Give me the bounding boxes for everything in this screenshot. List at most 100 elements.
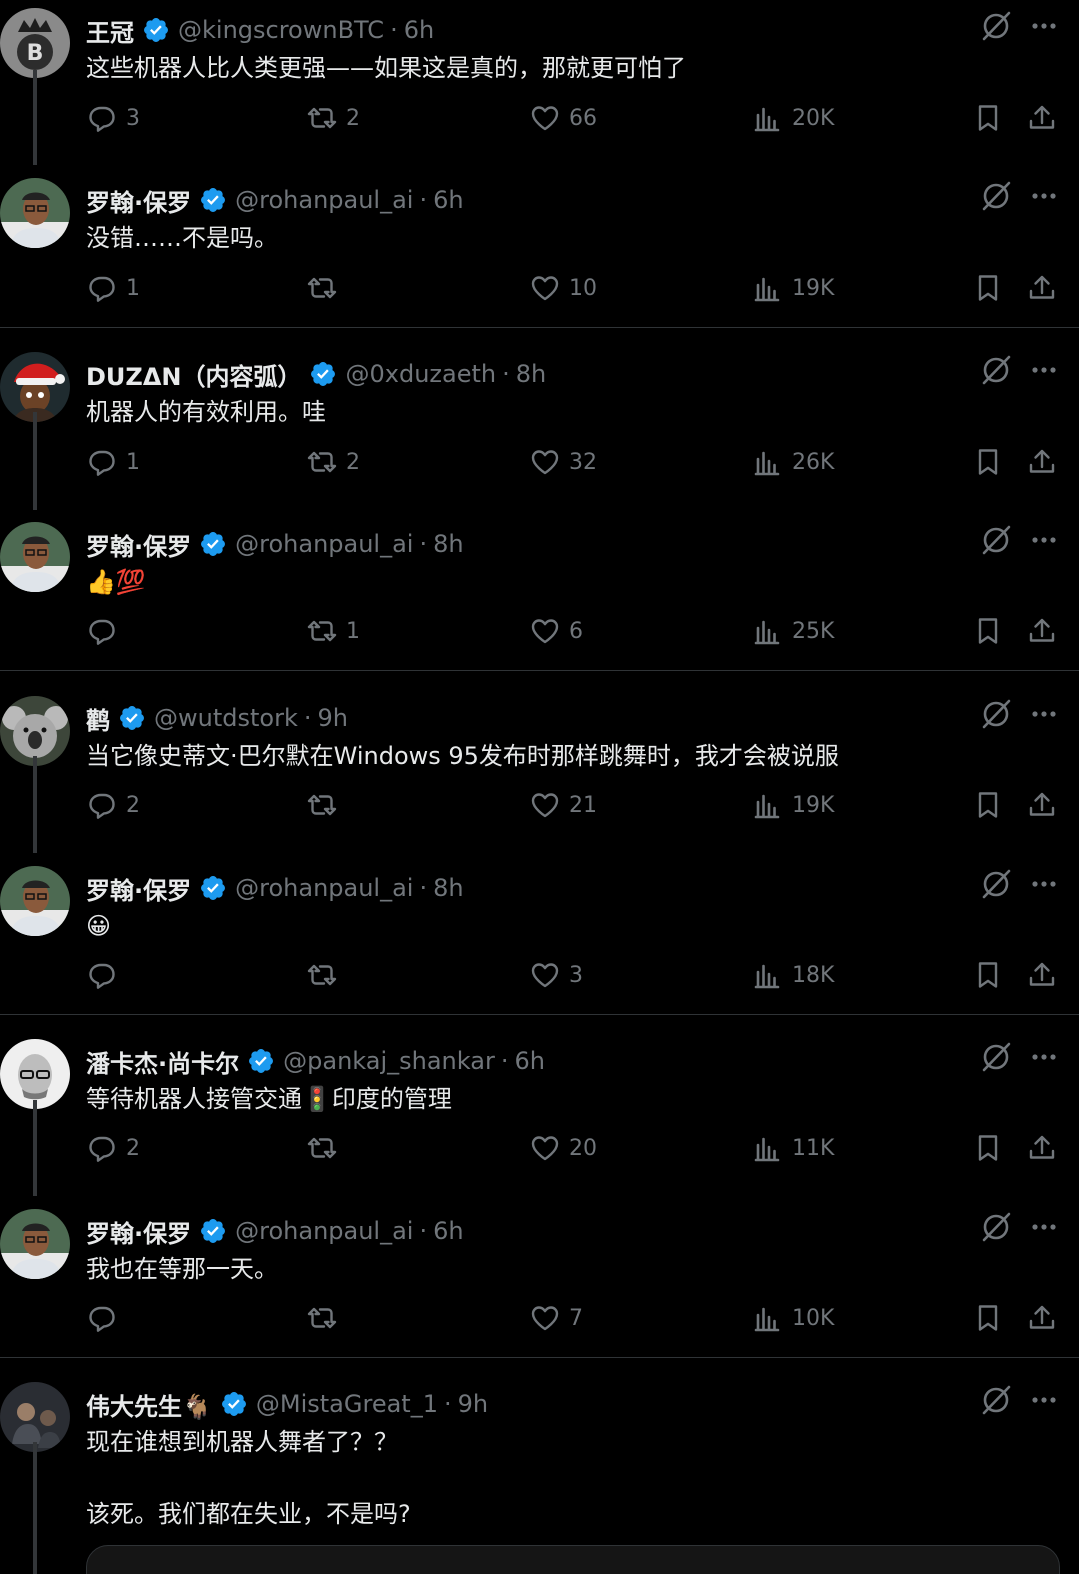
user-handle[interactable]: @wutdstork bbox=[154, 704, 298, 732]
grok-icon[interactable] bbox=[978, 1382, 1014, 1418]
display-name[interactable]: DUZΔN（内容弧） bbox=[86, 357, 301, 392]
views-button[interactable]: 26K bbox=[752, 444, 834, 480]
more-options-icon[interactable] bbox=[1028, 1211, 1060, 1243]
share-button[interactable] bbox=[1026, 1130, 1058, 1166]
grok-icon[interactable] bbox=[978, 696, 1014, 732]
reply-button[interactable]: 2 bbox=[86, 787, 140, 823]
retweet-button[interactable] bbox=[306, 787, 346, 823]
display-name[interactable]: 罗翰·保罗 bbox=[86, 871, 191, 906]
views-button[interactable]: 19K bbox=[752, 787, 834, 823]
share-button[interactable] bbox=[1026, 100, 1058, 136]
timestamp[interactable]: 8h bbox=[433, 530, 463, 558]
display-name[interactable]: 罗翰·保罗 bbox=[86, 183, 191, 218]
reply-button[interactable]: 1 bbox=[86, 270, 140, 306]
user-handle[interactable]: @MistaGreat_1 bbox=[256, 1390, 438, 1418]
timestamp[interactable]: 8h bbox=[433, 874, 463, 902]
display-name[interactable]: 鹳 bbox=[86, 701, 110, 736]
share-button[interactable] bbox=[1026, 444, 1058, 480]
display-name[interactable]: 罗翰·保罗 bbox=[86, 1214, 191, 1249]
like-button[interactable]: 66 bbox=[529, 100, 597, 136]
grok-icon[interactable] bbox=[978, 1209, 1014, 1245]
avatar[interactable] bbox=[0, 866, 70, 936]
views-button[interactable]: 11K bbox=[752, 1130, 834, 1166]
grok-icon[interactable] bbox=[978, 1039, 1014, 1075]
bookmark-button[interactable] bbox=[972, 1300, 1004, 1336]
display-name[interactable]: 罗翰·保罗 bbox=[86, 527, 191, 562]
reply-button[interactable]: 2 bbox=[86, 1130, 140, 1166]
timestamp[interactable]: 9h bbox=[318, 704, 348, 732]
grok-icon[interactable] bbox=[978, 522, 1014, 558]
like-button[interactable]: 21 bbox=[529, 787, 597, 823]
timestamp[interactable]: 6h bbox=[433, 1217, 463, 1245]
grok-icon[interactable] bbox=[978, 352, 1014, 388]
views-button[interactable]: 19K bbox=[752, 270, 834, 306]
reply-button[interactable]: 1 bbox=[86, 444, 140, 480]
user-handle[interactable]: @rohanpaul_ai bbox=[235, 530, 413, 558]
display-name[interactable]: 伟大先生🐐 bbox=[86, 1387, 212, 1422]
bookmark-button[interactable] bbox=[972, 100, 1004, 136]
more-options-icon[interactable] bbox=[1028, 10, 1060, 42]
bookmark-button[interactable] bbox=[972, 957, 1004, 993]
retweet-button[interactable] bbox=[306, 1300, 346, 1336]
share-button[interactable] bbox=[1026, 787, 1058, 823]
retweet-button[interactable] bbox=[306, 1130, 346, 1166]
retweet-button[interactable]: 2 bbox=[306, 100, 360, 136]
views-button[interactable]: 20K bbox=[752, 100, 834, 136]
avatar[interactable] bbox=[0, 522, 70, 592]
more-options-icon[interactable] bbox=[1028, 868, 1060, 900]
more-options-icon[interactable] bbox=[1028, 1384, 1060, 1416]
share-button[interactable] bbox=[1026, 957, 1058, 993]
bookmark-button[interactable] bbox=[972, 613, 1004, 649]
user-handle[interactable]: @rohanpaul_ai bbox=[235, 1217, 413, 1245]
bookmark-button[interactable] bbox=[972, 270, 1004, 306]
reply-button[interactable] bbox=[86, 613, 126, 649]
user-handle[interactable]: @0xduzaeth bbox=[345, 360, 496, 388]
avatar[interactable] bbox=[0, 1039, 70, 1109]
avatar[interactable] bbox=[0, 1209, 70, 1279]
avatar[interactable] bbox=[0, 178, 70, 248]
like-button[interactable]: 7 bbox=[529, 1300, 583, 1336]
reply-button[interactable] bbox=[86, 957, 126, 993]
more-options-icon[interactable] bbox=[1028, 354, 1060, 386]
like-button[interactable]: 20 bbox=[529, 1130, 597, 1166]
retweet-button[interactable]: 2 bbox=[306, 444, 360, 480]
retweet-button[interactable] bbox=[306, 957, 346, 993]
like-button[interactable]: 32 bbox=[529, 444, 597, 480]
timestamp[interactable]: 8h bbox=[516, 360, 546, 388]
views-button[interactable]: 18K bbox=[752, 957, 834, 993]
share-button[interactable] bbox=[1026, 1300, 1058, 1336]
more-options-icon[interactable] bbox=[1028, 180, 1060, 212]
timestamp[interactable]: 9h bbox=[458, 1390, 488, 1418]
grok-icon[interactable] bbox=[978, 866, 1014, 902]
retweet-button[interactable] bbox=[306, 270, 346, 306]
bookmark-button[interactable] bbox=[972, 1130, 1004, 1166]
like-button[interactable]: 3 bbox=[529, 957, 583, 993]
timestamp[interactable]: 6h bbox=[404, 16, 434, 44]
display-name[interactable]: 潘卡杰·尚卡尔 bbox=[86, 1044, 239, 1079]
reply-button[interactable] bbox=[86, 1300, 126, 1336]
share-button[interactable] bbox=[1026, 270, 1058, 306]
views-button[interactable]: 25K bbox=[752, 613, 834, 649]
bookmark-button[interactable] bbox=[972, 787, 1004, 823]
more-options-icon[interactable] bbox=[1028, 698, 1060, 730]
like-button[interactable]: 10 bbox=[529, 270, 597, 306]
display-name[interactable]: 王冠 bbox=[86, 13, 134, 48]
user-handle[interactable]: @rohanpaul_ai bbox=[235, 874, 413, 902]
media-attachment[interactable] bbox=[86, 1545, 1060, 1574]
more-options-icon[interactable] bbox=[1028, 524, 1060, 556]
avatar[interactable]: B bbox=[0, 8, 70, 78]
reply-button[interactable]: 3 bbox=[86, 100, 140, 136]
views-button[interactable]: 10K bbox=[752, 1300, 834, 1336]
grok-icon[interactable] bbox=[978, 178, 1014, 214]
retweet-button[interactable]: 1 bbox=[306, 613, 360, 649]
user-handle[interactable]: @pankaj_shankar bbox=[283, 1047, 495, 1075]
share-button[interactable] bbox=[1026, 613, 1058, 649]
user-handle[interactable]: @rohanpaul_ai bbox=[235, 186, 413, 214]
user-handle[interactable]: @kingscrownBTC bbox=[178, 16, 384, 44]
grok-icon[interactable] bbox=[978, 8, 1014, 44]
timestamp[interactable]: 6h bbox=[514, 1047, 544, 1075]
more-options-icon[interactable] bbox=[1028, 1041, 1060, 1073]
like-button[interactable]: 6 bbox=[529, 613, 583, 649]
timestamp[interactable]: 6h bbox=[433, 186, 463, 214]
bookmark-button[interactable] bbox=[972, 444, 1004, 480]
